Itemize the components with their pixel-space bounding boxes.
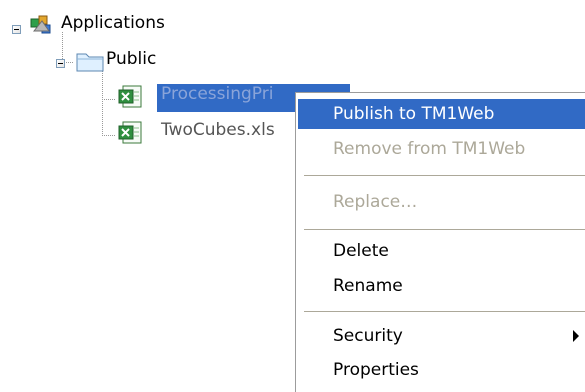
properties-menu-item[interactable]: Properties: [298, 355, 585, 385]
publish-to-tm1web-menu-item[interactable]: Publish to TM1Web: [298, 99, 585, 129]
applications-collapse-toggle[interactable]: [12, 25, 21, 34]
delete-menu-item[interactable]: Delete: [298, 236, 585, 266]
remove-from-tm1web-menu-item: Remove from TM1Web: [333, 139, 526, 159]
security-menu-label: Security: [333, 326, 403, 346]
menu-separator: [304, 229, 585, 230]
folder-icon: [76, 49, 105, 73]
file-label-twocubes[interactable]: TwoCubes.xls: [161, 120, 275, 141]
applications-label[interactable]: Applications: [61, 13, 165, 34]
public-collapse-toggle[interactable]: [56, 59, 65, 68]
excel-file-icon: [118, 120, 144, 146]
applications-icon: [29, 13, 54, 37]
rename-menu-item[interactable]: Rename: [298, 271, 585, 301]
excel-file-icon: [118, 84, 144, 110]
menu-separator: [304, 175, 585, 176]
context-menu: Publish to TM1Web Remove from TM1Web Rep…: [295, 92, 585, 392]
tree-line-public: [62, 32, 63, 62]
tree-line-file-1: [102, 99, 116, 100]
submenu-arrow-icon: [573, 330, 579, 342]
tree-line-file-2: [102, 135, 116, 136]
replace-menu-item: Replace…: [333, 192, 418, 212]
public-label[interactable]: Public: [106, 49, 156, 70]
menu-separator: [304, 311, 585, 312]
security-menu-item[interactable]: Security: [298, 321, 585, 351]
tree-line-files: [102, 69, 103, 135]
